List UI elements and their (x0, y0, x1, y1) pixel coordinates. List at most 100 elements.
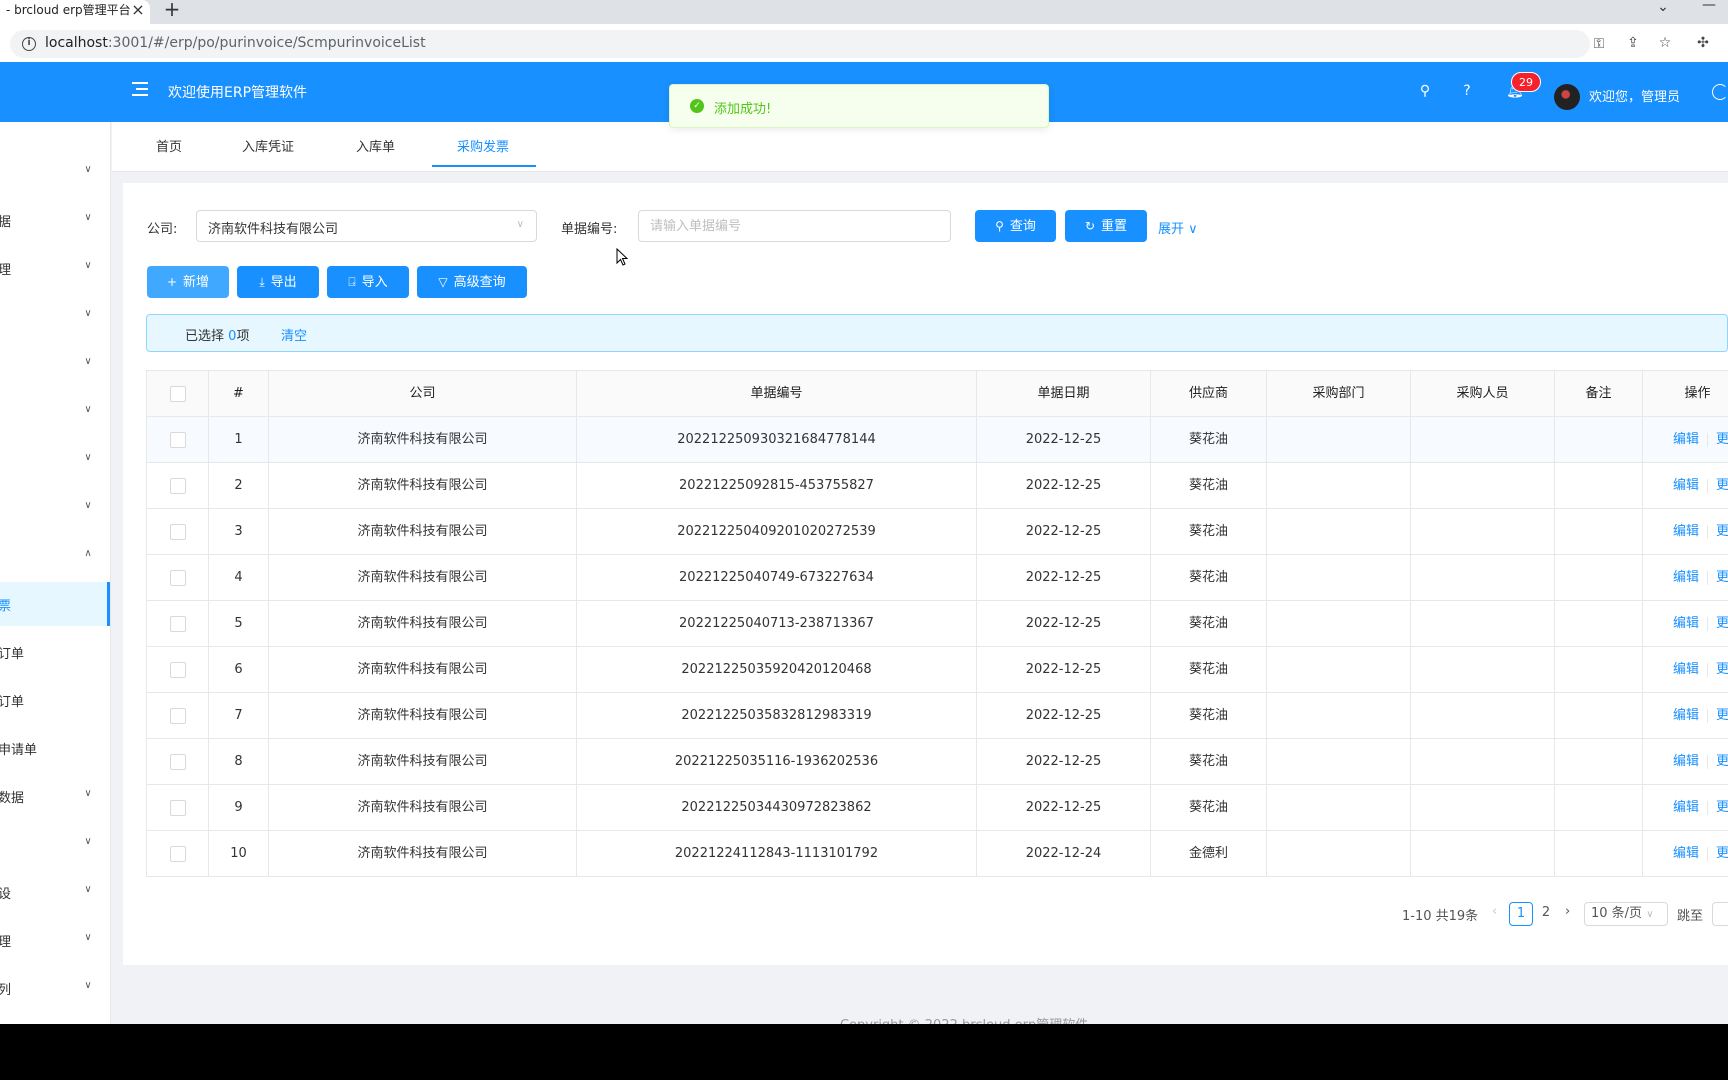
sidebar-item[interactable]: ∨ (0, 486, 110, 530)
reset-button[interactable]: ↻ 重置 (1065, 210, 1147, 242)
sidebar-item[interactable]: ∨ (0, 390, 110, 434)
row-checkbox[interactable] (169, 753, 186, 770)
export-button[interactable]: ⤓ 导出 (237, 266, 319, 298)
edit-link[interactable]: 编辑 (1673, 570, 1699, 585)
sidebar-item[interactable]: ∨ (0, 342, 110, 386)
more-link[interactable]: 更多 (1716, 478, 1728, 493)
more-link[interactable]: 更多 (1716, 616, 1728, 631)
new-tab-icon[interactable]: + (160, 0, 184, 20)
row-checkbox[interactable] (169, 431, 186, 448)
table-row[interactable]: 7 济南软件科技有限公司 20221225035832812983319 2022-1… (147, 693, 1728, 739)
edit-link[interactable]: 编辑 (1673, 708, 1699, 723)
more-link[interactable]: 更多 (1716, 800, 1728, 815)
company-select-value: 济南软件科技有限公司 (208, 222, 339, 237)
table-row[interactable]: 5 济南软件科技有限公司 20221225040713-238713367 2022-… (147, 601, 1728, 647)
edit-link[interactable]: 编辑 (1673, 432, 1699, 447)
table-row[interactable]: 2 济南软件科技有限公司 20221225092815-453755827 2022-… (147, 463, 1728, 509)
row-checkbox[interactable] (169, 799, 186, 816)
table-row[interactable]: 1 济南软件科技有限公司 202212250930321684778144 2022-… (147, 417, 1728, 463)
prev-page-icon[interactable]: ‹ (1492, 904, 1497, 919)
sidebar-item[interactable]: ∨ (0, 150, 110, 194)
tab-home[interactable]: 首页 (156, 136, 182, 155)
url-text[interactable]: localhost:3001/#/erp/po/purinvoice/Scmpu… (45, 35, 426, 51)
select-all-checkbox[interactable] (169, 385, 186, 402)
edit-link[interactable]: 编辑 (1673, 662, 1699, 677)
logout-icon[interactable] (1712, 84, 1728, 100)
expand-link[interactable]: 展开 ∨ (1158, 218, 1198, 237)
edit-link[interactable]: 编辑 (1673, 754, 1699, 769)
table-row[interactable]: 4 济南软件科技有限公司 20221225040749-673227634 2022-… (147, 555, 1728, 601)
edit-link[interactable]: 编辑 (1673, 616, 1699, 631)
tab-purchase-invoice[interactable]: 采购发票 (457, 136, 509, 155)
more-link[interactable]: 更多 (1716, 662, 1728, 677)
jump-input[interactable] (1712, 902, 1728, 926)
cell-no: 8 (209, 739, 269, 785)
tab-search-icon[interactable]: ⌄ (1648, 0, 1678, 20)
clear-selection-link[interactable]: 清空 (281, 325, 307, 344)
sidebar-item[interactable]: 据 ∨ (0, 198, 110, 242)
user-welcome[interactable]: 欢迎您，管理员 (1589, 86, 1680, 105)
bookmark-star-icon[interactable]: ☆ (1656, 34, 1674, 52)
row-checkbox[interactable] (169, 569, 186, 586)
share-icon[interactable]: ⇪ (1624, 34, 1642, 52)
sidebar-item[interactable]: 数据 ∨ (0, 774, 110, 818)
more-link[interactable]: 更多 (1716, 846, 1728, 861)
menu-fold-icon[interactable] (128, 80, 150, 100)
key-icon[interactable]: ⚿ (1590, 35, 1608, 53)
sidebar-item[interactable]: ∨ (0, 822, 110, 866)
row-checkbox[interactable] (169, 707, 186, 724)
page-size-select[interactable]: 10 条/页 ∨ (1584, 902, 1668, 926)
page-2[interactable]: 2 (1534, 902, 1558, 926)
sidebar-item[interactable]: 列 ∨ (0, 966, 110, 1010)
company-select[interactable]: 济南软件科技有限公司 ∨ (196, 210, 537, 242)
edit-link[interactable]: 编辑 (1673, 478, 1699, 493)
more-link[interactable]: 更多 (1716, 754, 1728, 769)
more-link[interactable]: 更多 (1716, 570, 1728, 585)
sidebar-item[interactable]: ∨ (0, 438, 110, 482)
row-checkbox[interactable] (169, 661, 186, 678)
query-button[interactable]: ⚲ 查询 (975, 210, 1056, 242)
sidebar-item[interactable]: 设 ∨ (0, 870, 110, 914)
import-button[interactable]: ⍈ 导入 (327, 266, 409, 298)
edit-link[interactable]: 编辑 (1673, 800, 1699, 815)
edit-link[interactable]: 编辑 (1673, 524, 1699, 539)
table-row[interactable]: 8 济南软件科技有限公司 20221225035116-1936202536 2022… (147, 739, 1728, 785)
avatar[interactable] (1554, 84, 1580, 110)
edit-link[interactable]: 编辑 (1673, 846, 1699, 861)
page-1[interactable]: 1 (1509, 902, 1533, 926)
site-info-icon[interactable]: i (22, 37, 36, 51)
row-checkbox[interactable] (169, 477, 186, 494)
tab-receipt[interactable]: 入库单 (356, 136, 395, 155)
url-field[interactable]: i localhost:3001/#/erp/po/purinvoice/Scm… (10, 30, 1604, 58)
sidebar-item[interactable]: 订单 (0, 630, 110, 674)
row-checkbox[interactable] (169, 615, 186, 632)
minimize-icon[interactable]: — (1694, 0, 1724, 18)
sidebar-item[interactable]: 理 ∨ (0, 246, 110, 290)
sidebar-item[interactable]: 申请单 (0, 726, 110, 770)
import-icon: ⍈ (348, 275, 356, 289)
tab-close-icon[interactable]: × (128, 0, 148, 20)
table-row[interactable]: 6 济南软件科技有限公司 20221225035920420120468 2022-1… (147, 647, 1728, 693)
sidebar-item[interactable]: 订单 (0, 678, 110, 722)
docno-input[interactable] (638, 210, 951, 242)
sidebar-item[interactable]: 票 (0, 582, 110, 626)
help-icon[interactable]: ? (1458, 82, 1476, 100)
extensions-icon[interactable]: ✣ (1694, 34, 1712, 52)
row-checkbox[interactable] (169, 523, 186, 540)
more-link[interactable]: 更多 (1716, 432, 1728, 447)
search-icon[interactable]: ⚲ (1416, 82, 1434, 100)
more-link[interactable]: 更多 (1716, 708, 1728, 723)
sidebar-item[interactable]: ∨ (0, 294, 110, 338)
more-link[interactable]: 更多 (1716, 524, 1728, 539)
tab-receipt-voucher[interactable]: 入库凭证 (242, 136, 294, 155)
row-checkbox[interactable] (169, 845, 186, 862)
table-row[interactable]: 3 济南软件科技有限公司 202212250409201020272539 2022-… (147, 509, 1728, 555)
cell-company: 济南软件科技有限公司 (269, 509, 577, 555)
sidebar-item[interactable]: ∧ (0, 534, 110, 578)
sidebar-item[interactable]: 理 ∨ (0, 918, 110, 962)
table-row[interactable]: 10 济南软件科技有限公司 20221224112843-1113101792 202… (147, 831, 1728, 877)
table-row[interactable]: 9 济南软件科技有限公司 20221225034430972823862 2022-1… (147, 785, 1728, 831)
advanced-query-button[interactable]: ▽ 高级查询 (417, 266, 527, 298)
add-button[interactable]: + 新增 (147, 266, 229, 298)
next-page-icon[interactable]: › (1565, 904, 1570, 919)
